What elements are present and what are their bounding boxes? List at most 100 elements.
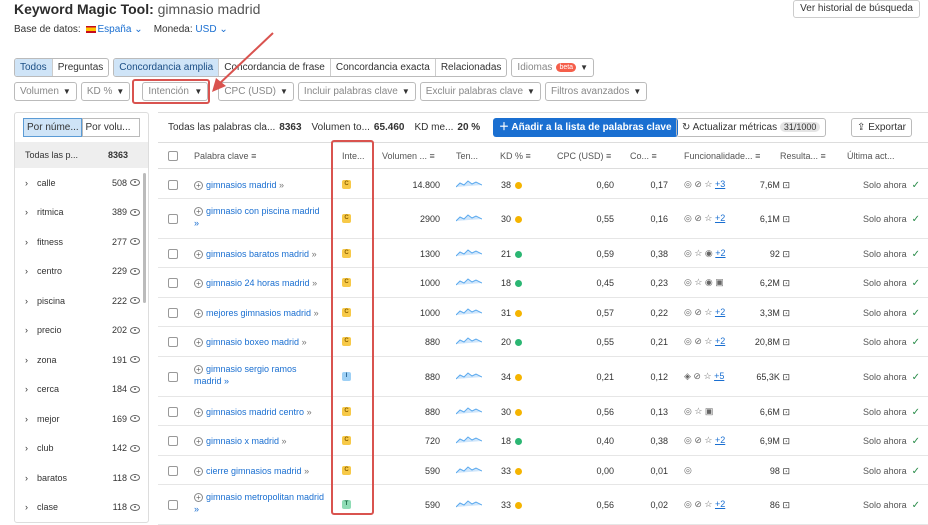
add-keyword-icon[interactable]: + <box>194 338 203 347</box>
serp-preview-icon[interactable]: ⊡ <box>782 308 790 318</box>
add-keyword-icon[interactable]: + <box>194 437 203 446</box>
tab-broad-match[interactable]: Concordancia amplia <box>114 59 220 76</box>
keyword-link[interactable]: + cierre gimnasios madrid » <box>194 465 309 477</box>
keyword-expand-icon[interactable]: » <box>314 308 319 318</box>
col-volume[interactable]: Volumen ... ≡ <box>382 151 435 161</box>
tab-all[interactable]: Todos <box>15 59 53 76</box>
keyword-link[interactable]: + gimnasio sergio ramos madrid » <box>194 363 297 387</box>
keyword-link[interactable]: + mejores gimnasios madrid » <box>194 307 319 319</box>
row-checkbox[interactable] <box>168 248 178 259</box>
row-checkbox[interactable] <box>168 179 178 190</box>
row-checkbox[interactable] <box>168 436 178 446</box>
sidebar-item-cerca[interactable]: › cerca 184 <box>15 375 148 405</box>
chevron-right-icon[interactable]: › <box>25 384 37 394</box>
sidebar-item-calle[interactable]: › calle 508 <box>15 168 148 198</box>
eye-icon[interactable] <box>130 267 140 275</box>
col-results[interactable]: Resulta... ≡ <box>780 151 826 161</box>
keyword-link[interactable]: + gimnasio con piscina madrid » <box>194 205 320 229</box>
tab-questions[interactable]: Preguntas <box>53 59 109 76</box>
add-keyword-icon[interactable]: + <box>194 308 203 318</box>
keyword-link[interactable]: + gimnasios madrid centro » <box>194 406 312 418</box>
sidebar-all-keywords[interactable]: Todas las p... 8363 <box>15 142 148 168</box>
serp-preview-icon[interactable]: ⊡ <box>782 500 790 510</box>
keyword-expand-icon[interactable]: » <box>279 180 284 190</box>
row-checkbox[interactable] <box>168 406 178 417</box>
eye-icon[interactable] <box>130 503 140 511</box>
add-keyword-icon[interactable]: + <box>194 180 203 190</box>
serp-preview-icon[interactable]: ⊡ <box>782 372 790 382</box>
tab-related[interactable]: Relacionadas <box>436 59 507 76</box>
row-checkbox[interactable] <box>168 337 178 347</box>
sidebar-item-precio[interactable]: › precio 202 <box>15 316 148 346</box>
keyword-expand-icon[interactable]: » <box>312 249 317 259</box>
select-all-checkbox[interactable] <box>168 151 178 161</box>
tab-exact-match[interactable]: Concordancia exacta <box>331 59 436 76</box>
sidebar-item-mejor[interactable]: › mejor 169 <box>15 404 148 434</box>
more-features-link[interactable]: +2 <box>715 499 725 509</box>
chevron-right-icon[interactable]: › <box>25 266 37 276</box>
languages-dropdown[interactable]: Idiomas beta ▼ <box>511 58 594 77</box>
keyword-link[interactable]: + gimnasios baratos madrid » <box>194 248 317 260</box>
sidebar-item-baratos[interactable]: › baratos 118 <box>15 463 148 493</box>
serp-preview-icon[interactable]: ⊡ <box>782 278 790 288</box>
add-keyword-icon[interactable]: + <box>194 493 203 502</box>
sidebar-item-piscina[interactable]: › piscina 222 <box>15 286 148 316</box>
chevron-down-icon[interactable]: ⌄ <box>134 24 142 35</box>
advanced-filters-dropdown[interactable]: Filtros avanzados ▼ <box>544 82 648 101</box>
keyword-link[interactable]: + gimnasios madrid » <box>194 179 284 191</box>
chevron-right-icon[interactable]: › <box>25 207 37 217</box>
keyword-expand-icon[interactable]: » <box>304 466 309 476</box>
col-trend[interactable]: Ten... <box>456 151 478 161</box>
sidebar-item-club[interactable]: › club 142 <box>15 434 148 464</box>
keyword-expand-icon[interactable]: » <box>307 407 312 417</box>
sidebar-scrollbar[interactable] <box>143 173 146 303</box>
chevron-right-icon[interactable]: › <box>25 178 37 188</box>
more-features-link[interactable]: +3 <box>715 179 725 189</box>
serp-preview-icon[interactable]: ⊡ <box>782 180 790 190</box>
add-keyword-icon[interactable]: + <box>194 249 203 259</box>
eye-icon[interactable] <box>130 297 140 305</box>
keyword-link[interactable]: + gimnasio metropolitan madrid » <box>194 491 324 515</box>
row-checkbox[interactable] <box>168 372 178 382</box>
add-keyword-icon[interactable]: + <box>194 207 203 216</box>
add-keyword-icon[interactable]: + <box>194 466 203 476</box>
row-checkbox[interactable] <box>168 500 178 510</box>
tab-by-volume[interactable]: Por volu... <box>81 118 140 137</box>
keyword-expand-icon[interactable]: » <box>302 337 307 347</box>
sidebar-item-centro[interactable]: › centro 229 <box>15 257 148 287</box>
chevron-right-icon[interactable]: › <box>25 502 37 512</box>
keyword-link[interactable]: + gimnasio boxeo madrid » <box>194 336 307 348</box>
keyword-expand-icon[interactable]: » <box>282 436 287 446</box>
eye-icon[interactable] <box>130 238 140 246</box>
keyword-link[interactable]: + gimnasio 24 horas madrid » <box>194 277 317 289</box>
col-cpc[interactable]: CPC (USD) ≡ <box>557 151 611 161</box>
more-features-link[interactable]: +2 <box>715 336 725 346</box>
update-metrics-button[interactable]: ↻ Actualizar métricas 31/1000 <box>676 118 827 137</box>
eye-icon[interactable] <box>130 474 140 482</box>
eye-icon[interactable] <box>130 208 140 216</box>
more-features-link[interactable]: +2 <box>715 307 725 317</box>
col-features[interactable]: Funcionalidade... ≡ <box>684 151 760 161</box>
add-keyword-icon[interactable]: + <box>194 365 203 374</box>
eye-icon[interactable] <box>130 356 140 364</box>
keyword-link[interactable]: + gimnasio x madrid » <box>194 435 287 447</box>
serp-preview-icon[interactable]: ⊡ <box>782 337 790 347</box>
include-keywords-dropdown[interactable]: Incluir palabras clave ▼ <box>297 82 416 101</box>
chevron-right-icon[interactable]: › <box>25 443 37 453</box>
row-checkbox[interactable] <box>168 214 178 224</box>
sidebar-item-zona[interactable]: › zona 191 <box>15 345 148 375</box>
col-keyword[interactable]: Palabra clave ≡ <box>194 151 256 161</box>
eye-icon[interactable] <box>130 385 140 393</box>
sidebar-item-fitness[interactable]: › fitness 277 <box>15 227 148 257</box>
serp-preview-icon[interactable]: ⊡ <box>782 436 790 446</box>
row-checkbox[interactable] <box>168 278 178 288</box>
chevron-right-icon[interactable]: › <box>25 237 37 247</box>
add-keyword-icon[interactable]: + <box>194 279 203 288</box>
chevron-right-icon[interactable]: › <box>25 325 37 335</box>
sidebar-item-ritmica[interactable]: › ritmica 389 <box>15 198 148 228</box>
chevron-right-icon[interactable]: › <box>25 355 37 365</box>
row-checkbox[interactable] <box>168 465 178 476</box>
more-features-link[interactable]: +2 <box>715 248 725 258</box>
serp-preview-icon[interactable]: ⊡ <box>782 407 790 417</box>
eye-icon[interactable] <box>130 415 140 423</box>
